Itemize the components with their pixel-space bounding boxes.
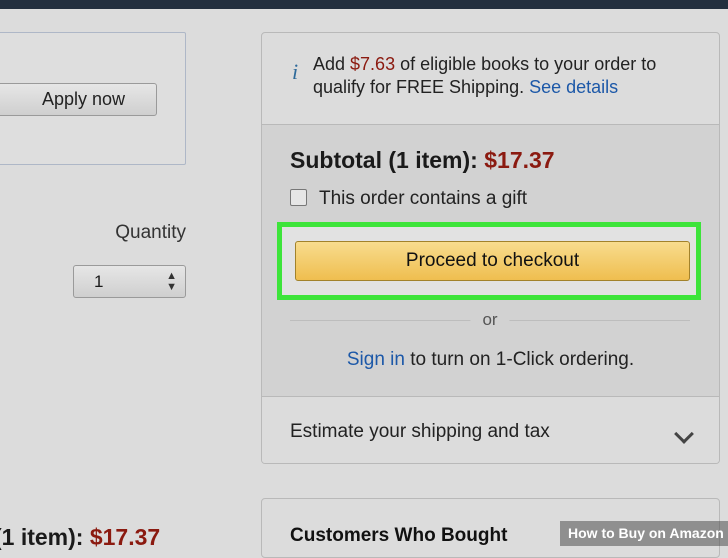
- quantity-label: Quantity: [115, 222, 186, 243]
- or-text: or: [470, 309, 510, 331]
- subtotal-price: $17.37: [484, 147, 555, 173]
- watermark: How to Buy on Amazon: [568, 525, 724, 541]
- subtotal: Subtotal (1 item): $17.37: [290, 147, 555, 174]
- apply-now-button[interactable]: Apply now: [0, 83, 157, 116]
- quantity-value: 1: [94, 272, 104, 291]
- sign-in-link[interactable]: Sign in: [347, 349, 405, 370]
- or-divider: or: [290, 309, 690, 331]
- signin-suffix: to turn on 1-Click ordering.: [404, 349, 635, 370]
- quantity-select[interactable]: 1 ▲ ▼: [73, 265, 186, 298]
- left-subtotal: (1 item): $17.37: [0, 524, 160, 551]
- subtotal-label: Subtotal (1 item):: [290, 147, 478, 173]
- left-subtotal-price: $17.37: [89, 524, 161, 550]
- cart-summary-panel: i Add $7.63 of eligible books to your or…: [261, 32, 720, 464]
- gift-checkbox[interactable]: [290, 189, 307, 206]
- info-icon: i: [292, 59, 299, 84]
- free-shipping-note: i Add $7.63 of eligible books to your or…: [262, 33, 719, 125]
- left-subtotal-label: (1 item):: [0, 524, 84, 550]
- checkout-highlight: Proceed to checkout: [277, 222, 701, 300]
- proceed-to-checkout-button[interactable]: Proceed to checkout: [295, 241, 690, 281]
- select-arrows-icon: ▲ ▼: [166, 270, 177, 293]
- top-nav-bar: [0, 0, 728, 9]
- estimate-label: Estimate your shipping and tax: [290, 421, 550, 442]
- gift-option[interactable]: This order contains a gift: [290, 188, 527, 210]
- gift-label: This order contains a gift: [319, 188, 528, 209]
- estimate-shipping-row[interactable]: Estimate your shipping and tax: [262, 397, 719, 463]
- shipping-note-prefix: Add: [313, 54, 351, 74]
- see-details-link[interactable]: See details: [529, 77, 618, 97]
- chevron-down-icon[interactable]: [674, 424, 694, 444]
- shipping-note-text: Add $7.63 of eligible books to your orde…: [313, 53, 713, 99]
- one-click-signin: Sign in to turn on 1-Click ordering.: [262, 349, 719, 371]
- recommendations-title: Customers Who Bought: [290, 525, 508, 546]
- shipping-note-amount: $7.63: [350, 54, 396, 74]
- checkout-section: Subtotal (1 item): $17.37 This order con…: [262, 125, 719, 397]
